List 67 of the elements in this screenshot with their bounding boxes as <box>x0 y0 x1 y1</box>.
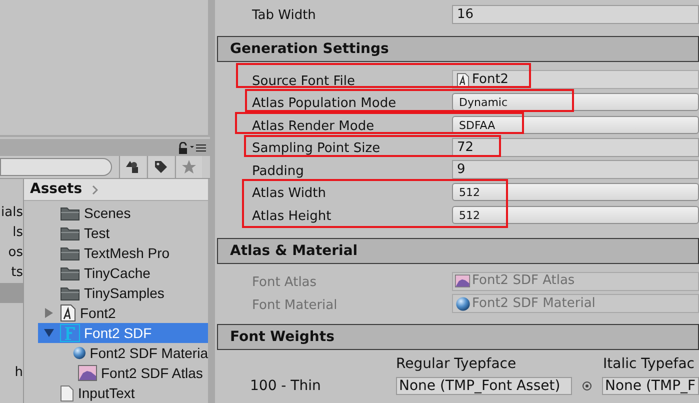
star-icon <box>182 160 196 174</box>
chevron-right-icon <box>92 184 98 194</box>
property-label: Atlas Population Mode <box>252 96 396 111</box>
property-label: Atlas Height <box>252 208 332 224</box>
collapsed-triangle-icon[interactable] <box>44 308 54 318</box>
font-asset-field[interactable]: None (TMP_Font Asset) <box>396 377 572 395</box>
asset-item[interactable]: Scenes <box>38 203 208 223</box>
sphere-icon <box>72 344 86 362</box>
folder-tree-item[interactable]: ts <box>0 263 23 283</box>
sphere-icon <box>455 296 470 311</box>
filter-by-type-button[interactable] <box>119 156 146 178</box>
object-field[interactable]: Font2 <box>452 70 699 89</box>
asset-item[interactable]: TextMesh Pro <box>38 243 208 263</box>
dropdown[interactable]: 512 <box>452 183 699 201</box>
section-header[interactable]: Generation Settings <box>217 36 699 62</box>
font-asset-field[interactable]: None (TMP_F <box>602 377 699 395</box>
asset-item[interactable]: InputText <box>38 383 208 403</box>
column-header: Italic Typefac <box>603 354 694 374</box>
dropdown[interactable]: 512 <box>452 206 699 224</box>
property-label: Font Material <box>252 298 338 312</box>
property-label: Padding <box>252 164 304 178</box>
folder-tree-item[interactable]: os <box>0 243 23 263</box>
filter-by-label-button[interactable] <box>147 156 174 178</box>
asset-item[interactable]: TinyCache <box>38 263 208 283</box>
folder-icon <box>60 285 80 301</box>
number-field[interactable]: 16 <box>452 4 699 24</box>
weight-label: 100 - Thin <box>249 376 322 396</box>
menu-icon[interactable] <box>190 142 206 153</box>
asset-item[interactable]: Font2 SDF Atlas <box>38 363 208 383</box>
dropdown[interactable]: SDFAA <box>452 116 699 134</box>
folder-icon <box>60 205 80 221</box>
property-label: Tab Width <box>252 8 316 23</box>
property-label: Sampling Point Size <box>252 141 380 156</box>
folder-tree-item[interactable]: ls <box>0 223 23 243</box>
property-label: Atlas Width <box>252 186 326 201</box>
texture-icon <box>78 365 97 381</box>
target-icon[interactable] <box>582 381 592 391</box>
dropdown[interactable]: Dynamic <box>452 93 699 111</box>
asset-item[interactable]: Test <box>38 223 208 243</box>
breadcrumb-label[interactable]: Assets <box>30 179 82 200</box>
font-file-icon <box>456 72 469 87</box>
folder-icon <box>60 265 80 281</box>
shapes-icon <box>126 160 140 174</box>
asset-item[interactable]: Font2 SDF Materia <box>38 343 208 363</box>
asset-item[interactable]: TinySamples <box>38 283 208 303</box>
property-label: Font Atlas <box>252 275 317 290</box>
search-field[interactable] <box>0 158 112 176</box>
folder-tree-item[interactable]: ials <box>0 203 23 223</box>
lock-icon[interactable] <box>178 142 188 154</box>
property-label: Source Font File <box>252 74 355 88</box>
expanded-triangle-icon[interactable] <box>44 328 54 338</box>
section-header[interactable]: Font Weights <box>217 324 699 350</box>
number-field[interactable]: 72 <box>452 138 699 156</box>
column-header: Regular Tyepface <box>396 354 518 374</box>
tag-icon <box>154 160 168 174</box>
asset-item[interactable]: Font2 <box>38 303 208 323</box>
number-field[interactable]: 9 <box>452 160 699 179</box>
folder-icon <box>60 225 80 241</box>
letter-f-icon <box>60 324 80 342</box>
file-icon <box>60 384 74 402</box>
font-file-icon <box>60 304 76 322</box>
property-label: Atlas Render Mode <box>252 118 374 134</box>
folder-icon <box>60 245 80 261</box>
asset-item[interactable]: Font2 SDF <box>38 323 208 343</box>
section-header[interactable]: Atlas & Material <box>217 238 699 264</box>
folder-tree-item[interactable]: h <box>0 363 23 383</box>
texture-icon <box>455 274 470 288</box>
